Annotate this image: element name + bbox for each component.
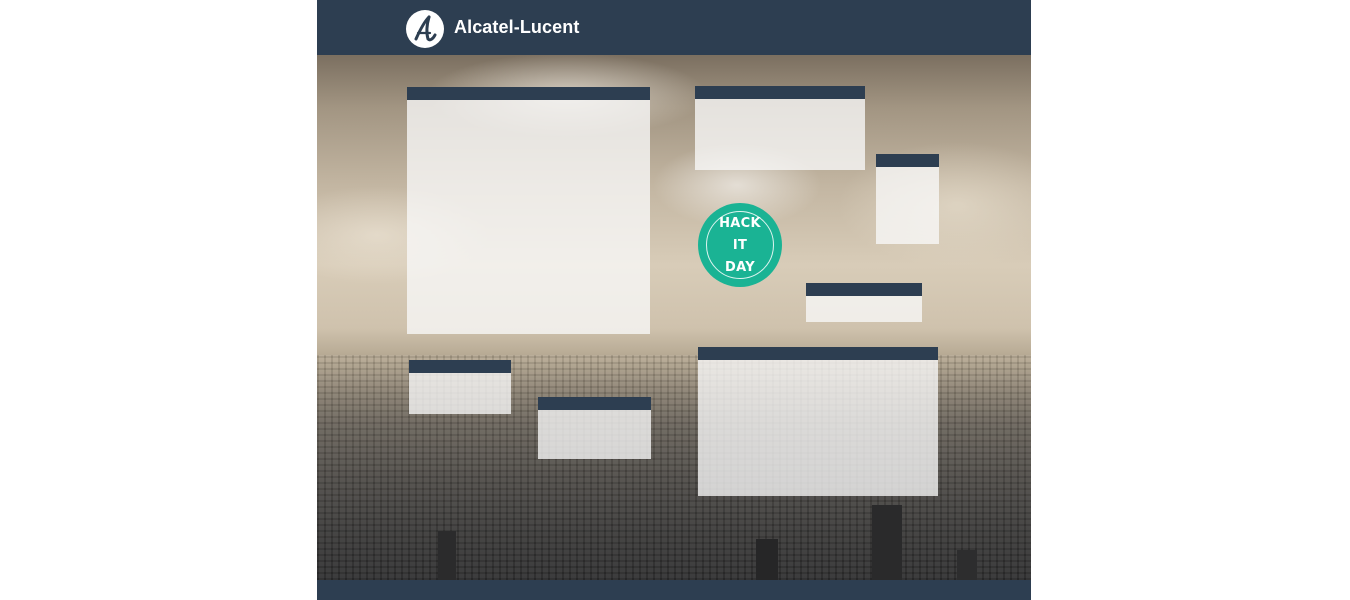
placeholder-panel-top-center <box>695 86 865 170</box>
panel-title-bar <box>538 397 651 410</box>
panel-title-bar <box>409 360 511 373</box>
placeholder-panel-bottom-right <box>698 347 938 496</box>
panel-title-bar <box>806 283 922 296</box>
placeholder-panel-bottom-middle <box>538 397 651 459</box>
panel-title-bar <box>695 86 865 99</box>
badge-line-3: DAY <box>725 260 755 275</box>
brand-name[interactable]: Alcatel-Lucent <box>454 17 579 38</box>
panel-title-bar <box>876 154 939 167</box>
alcatel-lucent-logo-icon[interactable] <box>406 10 444 48</box>
badge-line-1: HACK <box>719 216 761 231</box>
skyscraper-shapes <box>872 505 902 580</box>
logo-glyph <box>414 15 437 42</box>
panel-body <box>698 360 938 496</box>
panel-body <box>538 410 651 459</box>
panel-title-bar <box>407 87 650 100</box>
site-footer <box>317 580 1031 600</box>
panel-body <box>695 99 865 170</box>
page-frame: Alcatel-Lucent HACK IT DAY <box>317 0 1031 600</box>
panel-body <box>407 100 650 334</box>
panel-body <box>806 296 922 322</box>
placeholder-panel-small-right <box>876 154 939 244</box>
panel-title-bar <box>698 347 938 360</box>
site-header: Alcatel-Lucent <box>317 0 1031 55</box>
placeholder-panel-large-left <box>407 87 650 334</box>
placeholder-panel-mid-right <box>806 283 922 322</box>
hack-it-day-badge[interactable]: HACK IT DAY <box>698 203 782 287</box>
badge-line-2: IT <box>732 238 748 253</box>
placeholder-panel-bottom-left <box>409 360 511 414</box>
panel-body <box>876 167 939 244</box>
panel-body <box>409 373 511 414</box>
